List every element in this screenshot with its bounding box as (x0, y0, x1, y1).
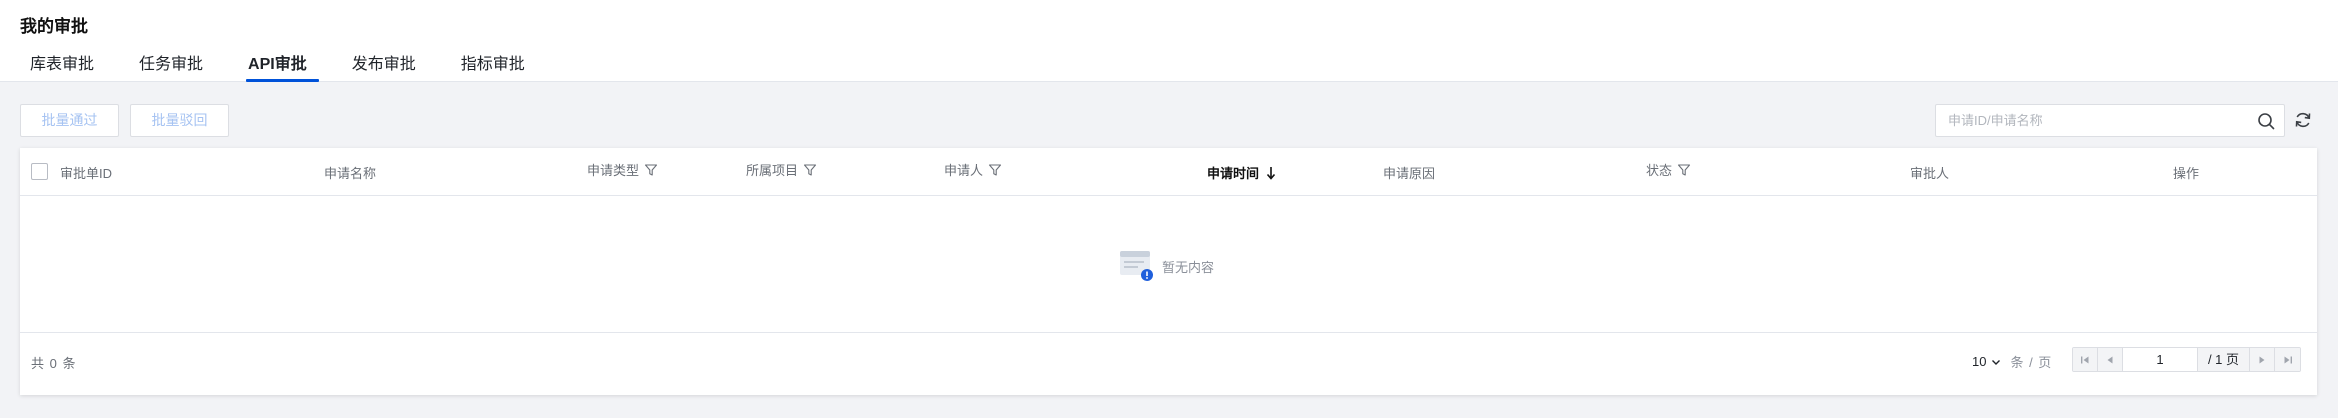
column-request-name: 申请名称 (324, 166, 377, 181)
column-approval-id: 审批单ID (60, 166, 113, 181)
tab-task-approval[interactable]: 任务审批 (139, 54, 203, 82)
search-box (1935, 104, 2285, 137)
total-pages: / 1 页 (2198, 348, 2250, 371)
filter-icon[interactable] (803, 163, 817, 177)
chevron-down-icon (1992, 359, 2001, 365)
column-approver: 审批人 (1910, 166, 1950, 181)
filter-icon[interactable] (1677, 163, 1691, 177)
last-page-icon (2284, 356, 2292, 363)
prev-page-button[interactable] (2098, 348, 2123, 371)
pager: / 1 页 (2072, 347, 2301, 372)
column-status: 状态 (1646, 160, 1691, 179)
page-size-value: 10 (1972, 354, 1987, 369)
refresh-icon[interactable] (2293, 110, 2313, 130)
empty-state: 暂无内容 (20, 196, 2317, 333)
column-project: 所属项目 (746, 160, 817, 179)
empty-text: 暂无内容 (1162, 259, 1215, 275)
next-page-button[interactable] (2250, 348, 2275, 371)
filter-icon[interactable] (988, 163, 1002, 177)
select-all-checkbox[interactable] (31, 163, 48, 180)
tab-metric-approval[interactable]: 指标审批 (461, 54, 525, 82)
tab-publish-approval[interactable]: 发布审批 (352, 54, 416, 82)
next-page-icon (2259, 356, 2265, 363)
first-page-button[interactable] (2073, 348, 2098, 371)
search-input[interactable] (1936, 105, 2236, 136)
total-count: 共 0 条 (31, 356, 77, 371)
tab-table-approval[interactable]: 库表审批 (30, 54, 94, 82)
tab-bar: 库表审批 任务审批 API审批 发布审批 指标审批 (30, 54, 570, 82)
column-request-reason: 申请原因 (1383, 166, 1436, 181)
approval-table: 审批单ID 申请名称 申请类型 所属项目 申请人 申请时间 申请原因 状态 审批… (20, 148, 2317, 395)
column-actions: 操作 (2173, 166, 2200, 181)
column-request-time[interactable]: 申请时间 (1207, 163, 1277, 182)
per-page-label: 条 / 页 (2010, 355, 2053, 370)
prev-page-icon (2107, 356, 2113, 363)
sort-descending-icon[interactable] (1265, 166, 1277, 180)
filter-icon[interactable] (644, 163, 658, 177)
page-size-select[interactable]: 10 条 / 页 (1972, 352, 2052, 371)
empty-box-icon (1120, 251, 1153, 281)
tab-api-approval[interactable]: API审批 (246, 54, 319, 82)
search-icon[interactable] (2256, 111, 2276, 131)
page-header: 我的审批 库表审批 任务审批 API审批 发布审批 指标审批 (0, 0, 2338, 82)
column-applicant: 申请人 (944, 160, 1002, 179)
table-header: 审批单ID 申请名称 申请类型 所属项目 申请人 申请时间 申请原因 状态 审批… (20, 148, 2317, 196)
batch-reject-button[interactable]: 批量驳回 (130, 104, 229, 137)
last-page-button[interactable] (2275, 348, 2300, 371)
page-title: 我的审批 (20, 17, 88, 36)
first-page-icon (2081, 356, 2089, 363)
batch-approve-button[interactable]: 批量通过 (20, 104, 119, 137)
page-number-input[interactable] (2123, 348, 2198, 371)
column-request-type: 申请类型 (587, 160, 658, 179)
